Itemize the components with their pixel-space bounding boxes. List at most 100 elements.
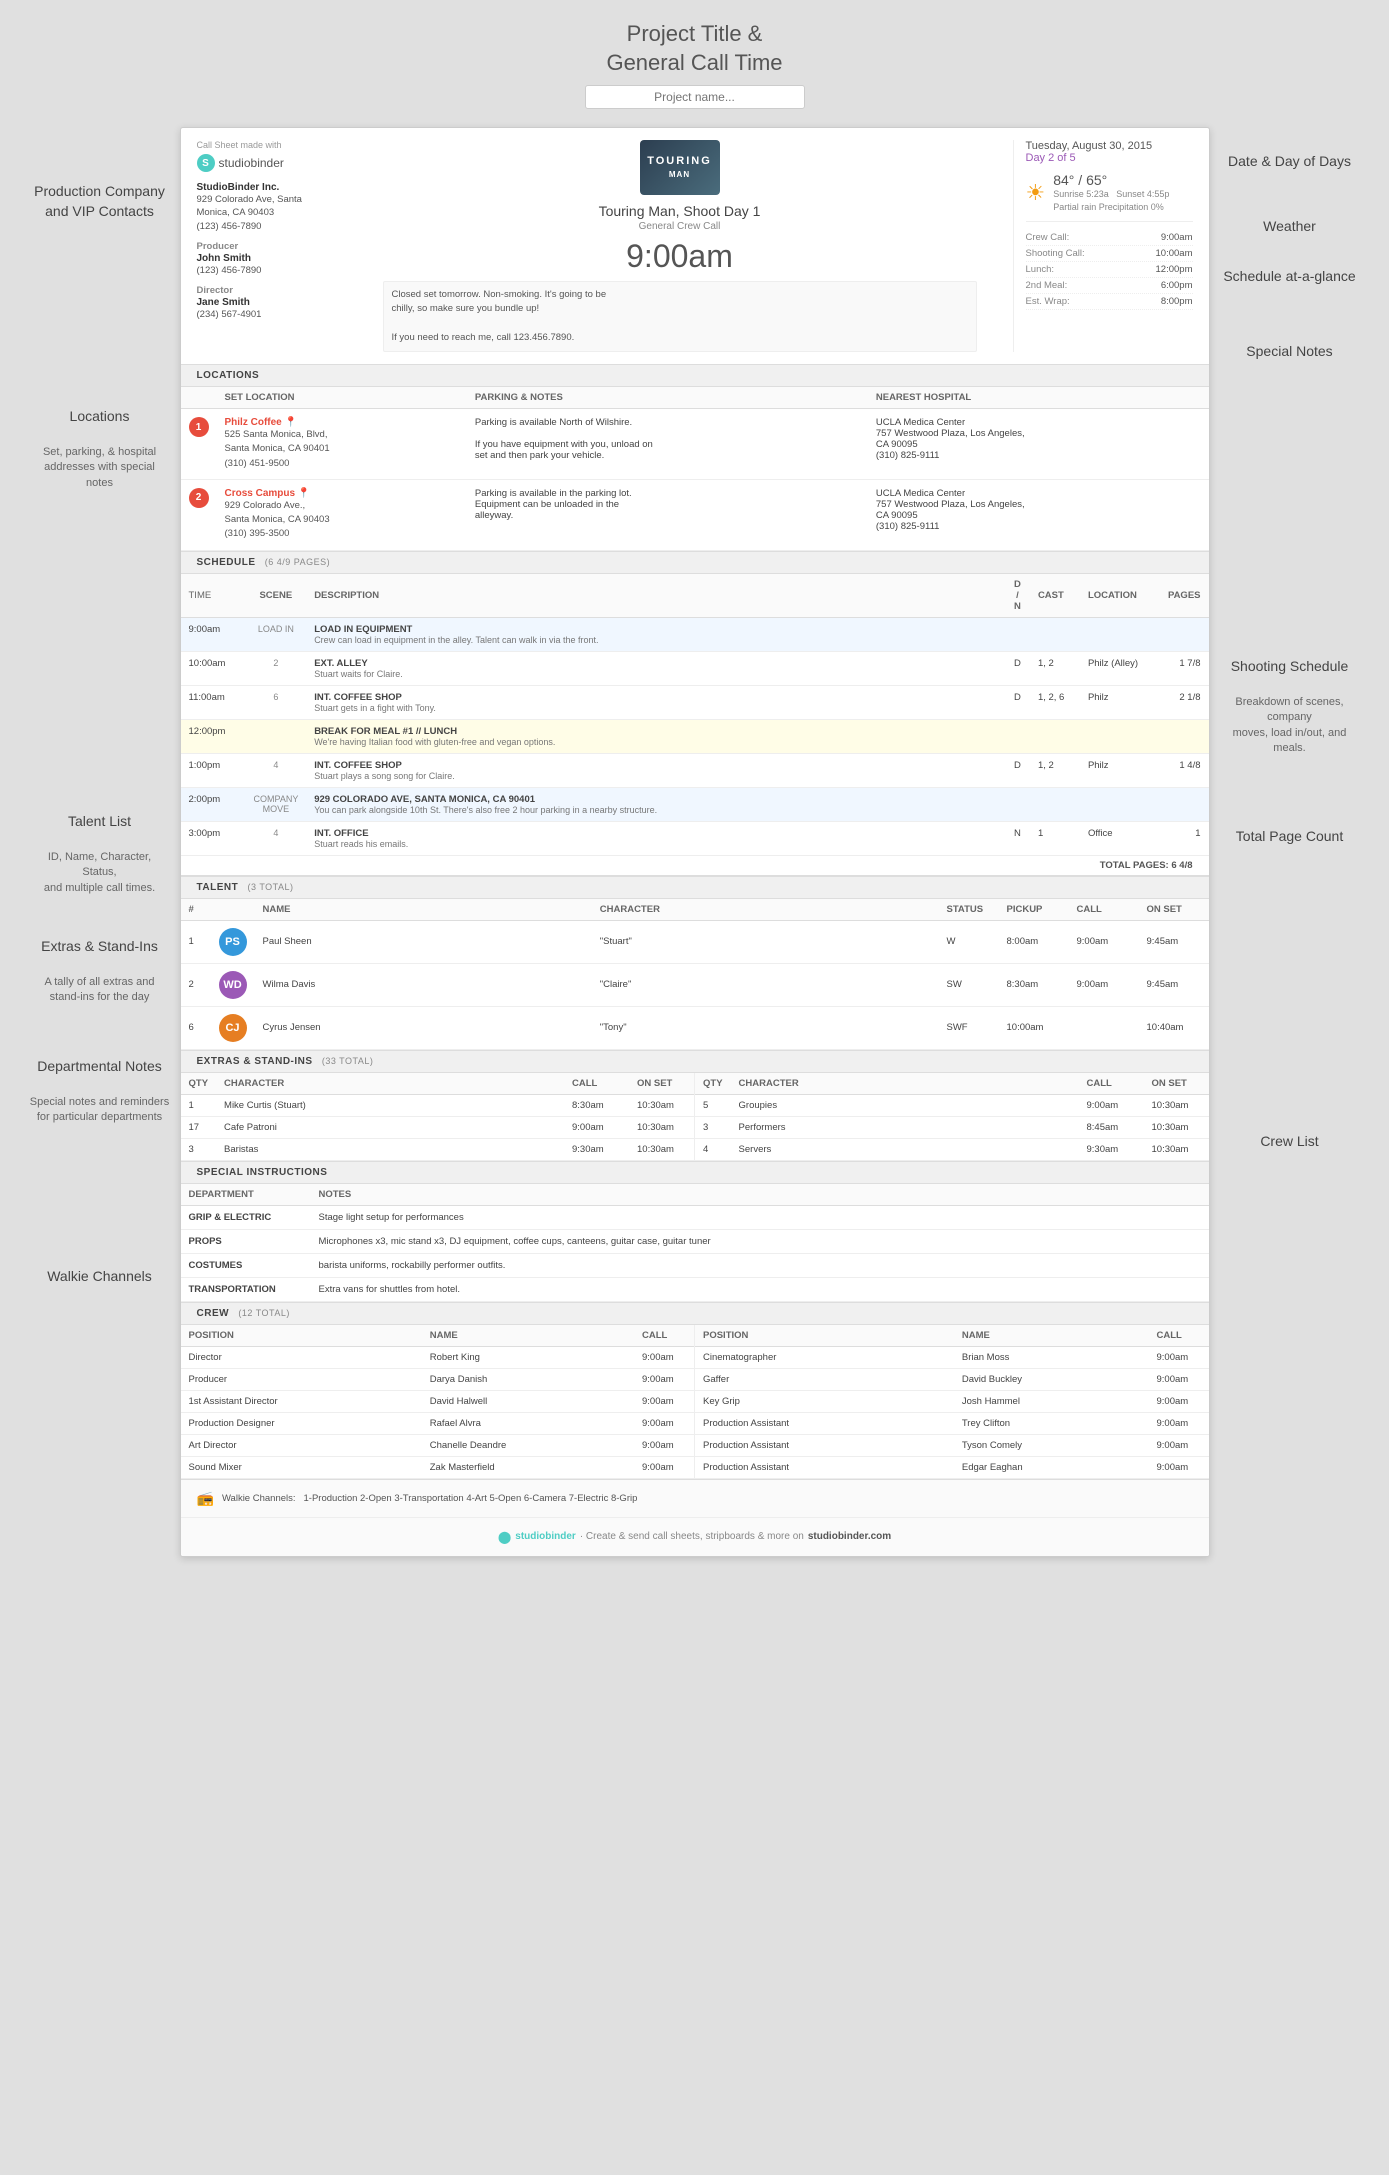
schedule-desc: LOAD IN EQUIPMENT Crew can load in equip… <box>306 617 1005 651</box>
second-meal-row: 2nd Meal: 6:00pm <box>1026 278 1193 294</box>
schedule-time: 12:00pm <box>181 719 246 753</box>
parking-notes-header: PARKING & NOTES <box>467 387 868 409</box>
sheet-footer: ⬤ studiobinder · Create & send call shee… <box>181 1517 1209 1556</box>
schedule-desc: BREAK FOR MEAL #1 // LUNCH We're having … <box>306 719 1005 753</box>
weather-row: ☀ 84° / 65° Sunrise 5:23a Sunset 4:55p P… <box>1026 172 1193 222</box>
schedule-dn: D <box>1005 685 1030 719</box>
dept-row: COSTUMES barista uniforms, rockabilly pe… <box>181 1253 1209 1277</box>
crew-call: 9:00am <box>634 1346 694 1368</box>
extras-left-row: 1 Mike Curtis (Stuart) 8:30am 10:30am <box>181 1094 695 1116</box>
extras-qty: 5 <box>695 1094 731 1116</box>
date-weather-schedule: Tuesday, August 30, 2015 Day 2 of 5 ☀ 84… <box>1013 140 1193 352</box>
crew-position: Producer <box>181 1368 422 1390</box>
schedule-pages <box>1160 787 1209 821</box>
schedule-cast: 1, 2 <box>1030 753 1080 787</box>
schedule-dn: N <box>1005 821 1030 855</box>
dept-name: COSTUMES <box>181 1253 311 1277</box>
extras-qty: 3 <box>695 1116 731 1138</box>
project-title-input[interactable] <box>585 85 805 109</box>
production-company-label: Production Company and VIP Contacts <box>30 182 170 221</box>
extras-onset-header-l: ON SET <box>629 1073 694 1095</box>
schedule-desc: INT. OFFICE Stuart reads his emails. <box>306 821 1005 855</box>
schedule-cast: 1, 2, 6 <box>1030 685 1080 719</box>
schedule-pages: 1 <box>1160 821 1209 855</box>
nearest-hospital-cell: UCLA Medica Center 757 Westwood Plaza, L… <box>868 409 1209 480</box>
time-header: TIME <box>181 574 246 618</box>
page-header: Project Title & General Call Time <box>585 20 805 109</box>
extras-left-row: 3 Baristas 9:30am 10:30am <box>181 1138 695 1160</box>
schedule-cast <box>1030 787 1080 821</box>
extras-right-row: 3 Performers 8:45am 10:30am <box>695 1116 1209 1138</box>
extras-onset: 10:30am <box>629 1138 694 1160</box>
set-location-cell: Philz Coffee 📍 525 Santa Monica, Blvd, S… <box>217 409 467 480</box>
schedule-row: 9:00am LOAD IN LOAD IN EQUIPMENT Crew ca… <box>181 617 1209 651</box>
footer-website: studiobinder.com <box>808 1531 891 1542</box>
schedule-desc: EXT. ALLEY Stuart waits for Claire. <box>306 651 1005 685</box>
crew-call-header-l: CALL <box>634 1325 694 1347</box>
shooting-schedule-right-label: Shooting Schedule Breakdown of scenes, c… <box>1220 657 1360 756</box>
nearest-hospital-header: NEAREST HOSPITAL <box>868 387 1209 409</box>
schedule-scene: LOAD IN <box>246 617 307 651</box>
talent-row: 2 WD Wilma Davis "Claire" SW 8:30am 9:00… <box>181 963 1209 1006</box>
extras-onset: 10:30am <box>1144 1138 1209 1160</box>
schedule-glance-right-label: Schedule at-a-glance <box>1220 267 1360 287</box>
date-main: Tuesday, August 30, 2015 <box>1026 140 1193 152</box>
special-notes-right-label: Special Notes <box>1220 342 1360 362</box>
crew-position: Key Grip <box>695 1390 954 1412</box>
crew-call: 9:00am <box>1149 1456 1209 1478</box>
talent-pickup: 8:00am <box>999 920 1069 963</box>
date-info: Tuesday, August 30, 2015 Day 2 of 5 <box>1026 140 1193 164</box>
dept-name: PROPS <box>181 1229 311 1253</box>
crew-position: Cinematographer <box>695 1346 954 1368</box>
crew-name-header-l: NAME <box>422 1325 634 1347</box>
crew-right-row: Production Assistant Edgar Eaghan 9:00am <box>695 1456 1209 1478</box>
schedule-location: Philz (Alley) <box>1080 651 1160 685</box>
schedule-time: 11:00am <box>181 685 246 719</box>
crew-position: 1st Assistant Director <box>181 1390 422 1412</box>
schedule-scene: 2 <box>246 651 307 685</box>
talent-call: 9:00am <box>1069 920 1139 963</box>
total-pages: TOTAL PAGES: 6 4/8 <box>181 856 1209 876</box>
extras-character: Baristas <box>216 1138 564 1160</box>
schedule-time: 1:00pm <box>181 753 246 787</box>
date-day-of-days-label: Date & Day of Days <box>1220 152 1360 172</box>
schedule-row: 10:00am 2 EXT. ALLEY Stuart waits for Cl… <box>181 651 1209 685</box>
producer-block: John Smith (123) 456-7890 <box>197 253 347 277</box>
talent-name: Paul Sheen <box>255 920 592 963</box>
location-num-cell: 2 <box>181 479 217 550</box>
schedule-dn: D <box>1005 651 1030 685</box>
header-input-bar <box>585 85 805 109</box>
crew-call: 9:00am <box>634 1412 694 1434</box>
schedule-desc: INT. COFFEE SHOP Stuart gets in a fight … <box>306 685 1005 719</box>
schedule-pages: 2 1/8 <box>1160 685 1209 719</box>
dept-row: GRIP & ELECTRIC Stage light setup for pe… <box>181 1205 1209 1229</box>
crew-call: 9:00am <box>634 1456 694 1478</box>
dept-col-header: DEPARTMENT <box>181 1184 311 1206</box>
talent-avatar-header <box>211 899 255 921</box>
footer-logo: ⬤ studiobinder · Create & send call shee… <box>498 1530 891 1544</box>
extras-call: 9:30am <box>564 1138 629 1160</box>
talent-avatar: PS <box>211 920 255 963</box>
talent-status: SWF <box>939 1006 999 1049</box>
talent-num: 1 <box>181 920 211 963</box>
project-logo-line2: MAN <box>647 170 712 180</box>
parking-notes-cell: Parking is available in the parking lot.… <box>467 479 868 550</box>
schedule-location: Philz <box>1080 685 1160 719</box>
studio-logo-icon: S <box>197 154 215 172</box>
day-of-days: Day 2 of 5 <box>1026 152 1193 164</box>
sheet-top: Call Sheet made with S studiobinder Stud… <box>181 128 1209 365</box>
extras-qty: 1 <box>181 1094 217 1116</box>
location-col-header <box>181 387 217 409</box>
extras-call: 9:00am <box>564 1116 629 1138</box>
schedule-scene <box>246 719 307 753</box>
dept-name: TRANSPORTATION <box>181 1277 311 1301</box>
extras-qty-header-r: QTY <box>695 1073 731 1095</box>
weather-info: 84° / 65° Sunrise 5:23a Sunset 4:55p Par… <box>1053 172 1169 213</box>
dept-notes: barista uniforms, rockabilly performer o… <box>311 1253 1209 1277</box>
crew-header: CREW (12 Total) <box>181 1303 1209 1325</box>
dept-row: TRANSPORTATION Extra vans for shuttles f… <box>181 1277 1209 1301</box>
dept-notes: Microphones x3, mic stand x3, DJ equipme… <box>311 1229 1209 1253</box>
dept-notes: Extra vans for shuttles from hotel. <box>311 1277 1209 1301</box>
location-row: 1 Philz Coffee 📍 525 Santa Monica, Blvd,… <box>181 409 1209 480</box>
dept-table: DEPARTMENT NOTES GRIP & ELECTRIC Stage l… <box>181 1184 1209 1302</box>
